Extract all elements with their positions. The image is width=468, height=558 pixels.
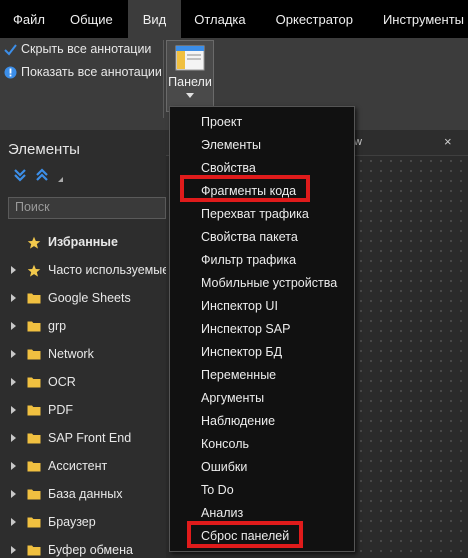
menu-bar: Файл Общие Вид Отладка Оркестратор Инстр…: [0, 0, 468, 38]
tree-item[interactable]: Браузер: [0, 508, 166, 536]
chevron-right-icon[interactable]: [11, 294, 16, 302]
options-triangle-icon[interactable]: [58, 176, 63, 182]
folder-icon: [27, 460, 41, 472]
panels-menu-item[interactable]: Сброс панелей: [170, 524, 354, 547]
panels-menu-item[interactable]: Инспектор БД: [170, 340, 354, 363]
chevron-right-icon[interactable]: [11, 490, 16, 498]
panels-menu-item[interactable]: Перехват трафика: [170, 202, 354, 225]
panels-menu-item[interactable]: Ошибки: [170, 455, 354, 478]
expand-all-icon[interactable]: [12, 167, 28, 183]
panel-title: Элементы: [8, 141, 80, 158]
panels-menu-item[interactable]: Проект: [170, 110, 354, 133]
search-input[interactable]: Поиск: [8, 197, 166, 219]
tree-item-label: Часто используемые: [48, 263, 166, 277]
tree-item-label: grp: [48, 319, 67, 333]
panels-menu-item[interactable]: Свойства: [170, 156, 354, 179]
tree-item-label: Буфер обмена: [48, 543, 133, 557]
panels-menu-item[interactable]: Консоль: [170, 432, 354, 455]
folder-icon: [27, 488, 41, 500]
chevron-right-icon[interactable]: [11, 434, 16, 442]
menu-view[interactable]: Вид: [127, 0, 182, 38]
chevron-right-icon[interactable]: [11, 518, 16, 526]
folder-icon: [27, 516, 41, 528]
tree-item[interactable]: Избранные: [0, 228, 166, 256]
chevron-right-icon[interactable]: [11, 266, 16, 274]
tree-item[interactable]: Буфер обмена: [0, 536, 166, 558]
folder-icon: [27, 348, 41, 360]
hide-annotations-button[interactable]: Скрыть все аннотации: [4, 42, 151, 56]
panels-menu-item[interactable]: Свойства пакета: [170, 225, 354, 248]
panels-menu-item[interactable]: Мобильные устройства: [170, 271, 354, 294]
tree-item-label: PDF: [48, 403, 73, 417]
designer-canvas[interactable]: [356, 156, 468, 558]
chevron-right-icon[interactable]: [11, 378, 16, 386]
panels-menu-item[interactable]: Анализ: [170, 501, 354, 524]
chevron-right-icon[interactable]: [11, 546, 16, 554]
tree-item-label: SAP Front End: [48, 431, 132, 445]
close-icon[interactable]: ×: [444, 134, 452, 149]
tree-item[interactable]: Часто используемые: [0, 256, 166, 284]
tree-item[interactable]: SAP Front End: [0, 424, 166, 452]
chevron-right-icon[interactable]: [11, 462, 16, 470]
folder-icon: [27, 404, 41, 416]
tree-item[interactable]: База данных: [0, 480, 166, 508]
show-annotations-label: Показать все аннотации: [21, 65, 162, 79]
chevron-right-icon[interactable]: [11, 322, 16, 330]
tree-item[interactable]: grp: [0, 312, 166, 340]
tree-item-label: OCR: [48, 375, 76, 389]
panels-menu-item[interactable]: Инспектор UI: [170, 294, 354, 317]
collapse-all-icon[interactable]: [34, 167, 50, 183]
folder-icon: [27, 376, 41, 388]
hide-annotations-label: Скрыть все аннотации: [21, 42, 152, 56]
panels-menu-item[interactable]: Фильтр трафика: [170, 248, 354, 271]
tree-item-label: База данных: [48, 487, 123, 501]
tree-item[interactable]: Google Sheets: [0, 284, 166, 312]
panels-menu-item[interactable]: Фрагменты кода: [170, 179, 354, 202]
tree-item[interactable]: PDF: [0, 396, 166, 424]
tree-item[interactable]: Network: [0, 340, 166, 368]
star-icon: [27, 264, 41, 277]
menu-orchestrator[interactable]: Оркестратор: [261, 0, 368, 38]
chevron-right-icon[interactable]: [11, 406, 16, 414]
folder-icon: [27, 320, 41, 332]
tree-item-label: Network: [48, 347, 94, 361]
panels-menu-item[interactable]: Элементы: [170, 133, 354, 156]
tree-item-label: Браузер: [48, 515, 96, 529]
folder-icon: [27, 544, 41, 556]
chevron-right-icon[interactable]: [11, 350, 16, 358]
folder-icon: [27, 292, 41, 304]
menu-general[interactable]: Общие: [58, 0, 128, 38]
panel-toolbar: [12, 167, 63, 183]
menu-debug[interactable]: Отладка: [181, 0, 260, 38]
panels-label: Панели: [168, 75, 212, 89]
tree-item-label: Ассистент: [48, 459, 108, 473]
panels-icon: [175, 45, 205, 71]
info-icon: [4, 66, 17, 79]
star-icon: [27, 236, 41, 249]
tree-item-label: Google Sheets: [48, 291, 131, 305]
menu-tools[interactable]: Инструменты: [368, 0, 468, 38]
panels-menu-item[interactable]: Наблюдение: [170, 409, 354, 432]
show-annotations-button[interactable]: Показать все аннотации: [4, 65, 162, 79]
panels-menu-item[interactable]: Переменные: [170, 363, 354, 386]
panels-button[interactable]: Панели: [166, 40, 214, 112]
panels-menu-item[interactable]: To Do: [170, 478, 354, 501]
chevron-down-icon: [186, 93, 194, 98]
panels-menu-item[interactable]: Аргументы: [170, 386, 354, 409]
panels-menu-item[interactable]: Инспектор SAP: [170, 317, 354, 340]
menu-file[interactable]: Файл: [0, 0, 58, 38]
panels-dropdown-menu: Проект Элементы Свойства Фрагменты кода Пере…: [169, 106, 355, 552]
folder-icon: [27, 432, 41, 444]
tree-item[interactable]: OCR: [0, 368, 166, 396]
hide-annotations-icon: [4, 43, 17, 56]
tree-item-label: Избранные: [48, 235, 118, 249]
elements-tree: Избранные Часто используемые Google Sheets…: [0, 228, 166, 558]
elements-panel: Элементы Поиск Избранные Часто используем…: [0, 130, 166, 558]
tab-title-fragment: w: [354, 136, 362, 148]
tree-item[interactable]: Ассистент: [0, 452, 166, 480]
ribbon-separator: [163, 40, 164, 118]
